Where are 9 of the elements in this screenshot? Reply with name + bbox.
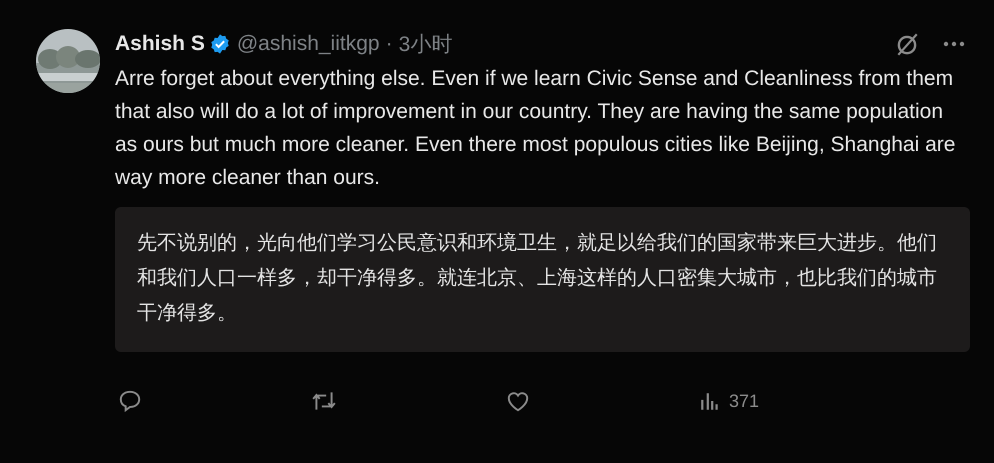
more-icon[interactable] — [942, 40, 966, 48]
reply-icon[interactable] — [117, 388, 143, 414]
timestamp[interactable]: 3小时 — [398, 30, 452, 58]
views-count: 371 — [729, 390, 760, 412]
translation-text: 先不说别的，光向他们学习公民意识和环境卫生，就足以给我们的国家带来巨大进步。他们和我们人口一样多，却干净得多。就连北京、上海这样的人口密集大城市，也比我们的城市干净得多。 — [137, 229, 937, 326]
separator: · — [386, 32, 393, 56]
author-name[interactable]: Ashish S — [115, 32, 205, 56]
tweet-text: Arre forget about everything else. Even if we learn Civic Sense and Cleanliness from them that also will do a lot of improvement in our country. They are having the same population as ours but much more cleaner. Even there most populous cities like Beijing, Shanghai are way more cleaner than ours. — [115, 66, 956, 191]
user-handle[interactable]: @ashish_iitkgp — [236, 32, 380, 56]
